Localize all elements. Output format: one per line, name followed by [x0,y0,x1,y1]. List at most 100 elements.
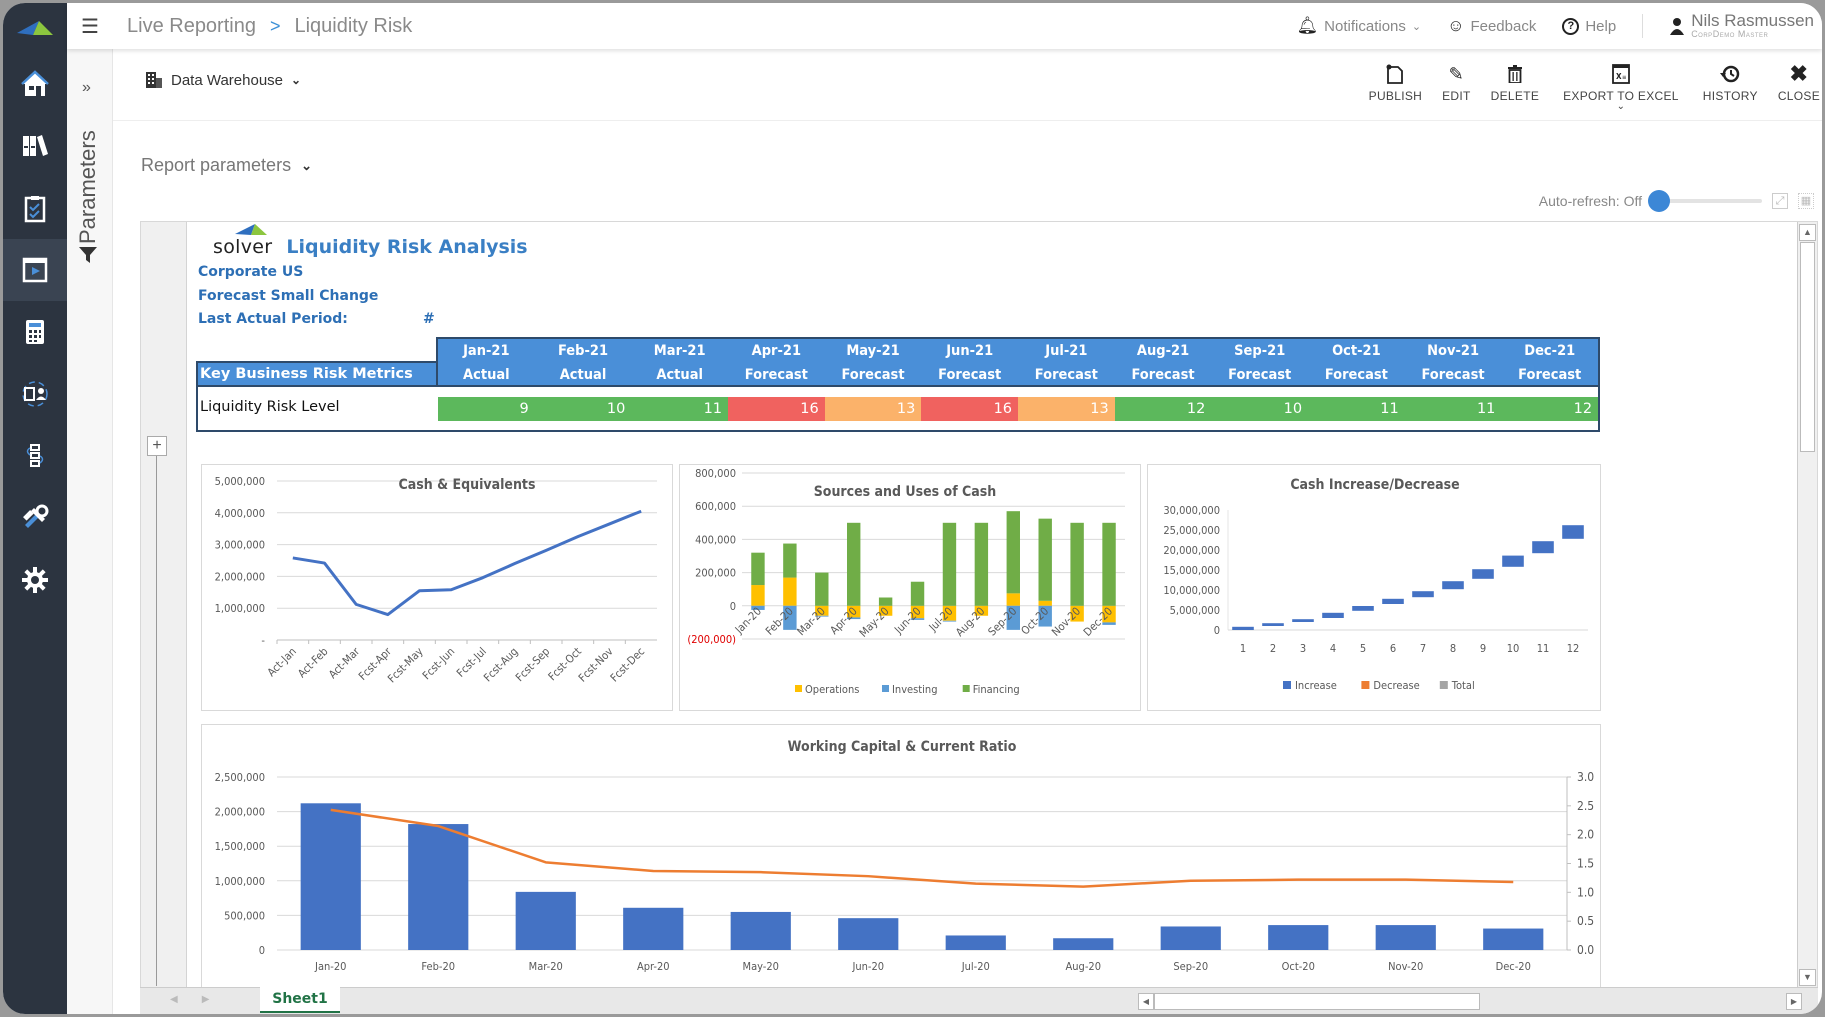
sheet-nav-arrows[interactable]: ◀▶ [170,994,233,1005]
grid-icon[interactable]: ▦ [1798,193,1814,209]
feedback-button[interactable]: ☺ Feedback [1447,16,1536,36]
scroll-right-button[interactable]: ▶ [1786,993,1802,1010]
notifications-button[interactable]: 🔔︎ Notifications ⌄ [1297,16,1422,36]
sidebar-item-users[interactable] [3,363,67,425]
parameters-label[interactable]: Parameters [75,109,101,244]
auto-refresh-label: Auto-refresh: Off [1538,193,1642,209]
legend-swatch [1361,681,1370,689]
period-type: Forecast [1324,367,1388,383]
expand-group-button[interactable]: + [147,436,167,456]
scroll-up-button[interactable]: ▲ [1799,224,1816,241]
kpi-column-header: Jun-21 Forecast [921,339,1018,385]
chart-cash-equivalents[interactable]: - 1,000,000 2,000,000 3,000,000 4,000,000 5,0… [201,464,673,711]
chart-sources-uses-cash[interactable]: (200,000) 0 200,000 400,000 600,000 800,000 So… [679,464,1141,711]
x-tick-label: 7 [1420,642,1426,655]
kpi-column-headers: Jan-21 Actual Feb-21 Actual Mar-21 Actual Apr-… [436,337,1600,387]
sidebar-item-tools[interactable] [3,487,67,549]
x-tick-label: Fcst-Jun [420,645,457,682]
kpi-value-cell[interactable]: 16 [921,397,1019,421]
y-tick-label: 800,000 [695,467,736,480]
filter-icon[interactable] [79,247,97,263]
scroll-thumb[interactable] [1154,993,1480,1010]
history-button[interactable]: HISTORY [1693,59,1768,111]
app-logo[interactable] [3,3,67,53]
chevron-down-icon[interactable]: ⌄ [1617,102,1626,112]
y-tick-label: 600,000 [695,500,736,513]
x-tick-label: Fcst-May [385,645,426,686]
horizontal-scrollbar[interactable]: ◀ ▶ [1138,993,1802,1011]
bar-working-capital [408,824,469,950]
sidebar-item-planning[interactable] [3,301,67,363]
solver-logo-icon [235,224,267,235]
y-tick-label: 3,000,000 [215,539,265,552]
kpi-value-cell[interactable]: 13 [824,397,922,421]
bar-segment-financing [847,522,861,606]
data-source-dropdown[interactable]: Data Warehouse ⌄ [145,71,301,89]
kpi-value-cell[interactable]: 13 [1018,397,1115,421]
breadcrumb-item-live-reporting[interactable]: Live Reporting [127,15,256,38]
scroll-down-button[interactable]: ▼ [1799,969,1816,986]
vertical-scrollbar[interactable]: ▲ ▼ [1797,222,1817,988]
solver-logo: solver [213,224,272,258]
toggle-knob[interactable] [1648,190,1670,212]
close-button[interactable]: ✖ CLOSE [1768,59,1822,111]
y-tick-label: 1,500,000 [215,840,265,853]
y-tick-label: 1,000,000 [215,602,265,615]
y-tick-label: 20,000,000 [1163,544,1220,557]
bar-working-capital [1053,938,1114,950]
kpi-value-cell[interactable]: 10 [534,397,632,421]
kpi-value-cell[interactable]: 11 [1308,397,1405,421]
scroll-thumb[interactable] [1800,242,1815,452]
sidebar-item-tasks[interactable] [3,177,67,239]
period-label: Jun-21 [946,343,994,359]
x-tick-label: 12 [1567,642,1580,655]
delete-label: DELETE [1490,89,1540,103]
y-tick-label: (200,000) [687,633,736,646]
sidebar-item-library[interactable] [3,115,67,177]
history-icon [1720,59,1740,89]
kpi-value-cell[interactable]: 10 [1211,397,1309,421]
tools-icon [23,504,49,528]
kpi-value-cell[interactable]: 11 [1404,397,1502,421]
y-tick-label: 400,000 [695,533,736,546]
kpi-value-cell[interactable]: 12 [1114,397,1212,421]
period-type: Forecast [1034,367,1098,383]
bar-segment-financing [815,572,829,606]
sheet-tab[interactable]: Sheet1 [260,987,340,1013]
bar-working-capital [730,911,791,950]
series-line-current-ratio [330,808,1514,888]
entity-label: Corporate US [198,264,304,280]
breadcrumb-separator: > [269,15,281,36]
user-menu[interactable]: Nils Rasmussen CorpDemo Master [1669,12,1814,39]
kpi-value-cell[interactable]: 9 [438,397,535,421]
help-button[interactable]: ? Help [1562,17,1616,35]
delete-button[interactable]: DELETE [1481,59,1549,111]
publish-button[interactable]: PUBLISH [1359,59,1432,111]
chart-cash-increase-decrease[interactable]: 0 5,000,000 10,000,000 15,000,000 20,000,000… [1147,464,1601,711]
sidebar-item-reports[interactable] [3,239,67,301]
menu-icon[interactable]: ☰ [81,14,105,39]
kpi-value-cell[interactable]: 12 [1501,397,1599,421]
scroll-left-button[interactable]: ◀ [1138,993,1154,1010]
period-type: Actual [656,367,703,383]
kpi-column-header: Jul-21 Forecast [1018,339,1115,385]
sidebar-item-data[interactable] [3,425,67,487]
expand-icon[interactable]: ⤢ [1772,193,1788,209]
export-to-excel-button[interactable]: X ≡ EXPORT TO EXCEL ⌄ [1549,59,1693,112]
report-parameters-toggle[interactable]: Report parameters ⌄ [141,155,312,176]
waterfall-bar [1382,598,1404,604]
sidebar-item-settings[interactable] [3,549,67,611]
toolbar: Data Warehouse ⌄ PUBLISH ✎ EDIT DELETE X… [113,49,1822,121]
kpi-value-cell[interactable]: 11 [631,397,729,421]
x-tick-label: Dec-20 [1496,960,1531,973]
x-tick-label: Mar-20 [795,605,828,638]
chart-working-capital[interactable]: 0 500,000 1,000,000 1,500,000 2,000,000 2,500… [201,724,1601,988]
waterfall-bar [1502,555,1524,567]
sidebar-item-home[interactable] [3,53,67,115]
edit-button[interactable]: ✎ EDIT [1432,59,1481,111]
kpi-value-cell[interactable]: 16 [728,397,825,421]
auto-refresh-toggle[interactable] [1648,190,1762,212]
expand-parameters-icon[interactable]: » [82,79,91,97]
x-tick-label: May-20 [743,960,779,973]
x-tick-label: Apr-20 [828,605,860,637]
